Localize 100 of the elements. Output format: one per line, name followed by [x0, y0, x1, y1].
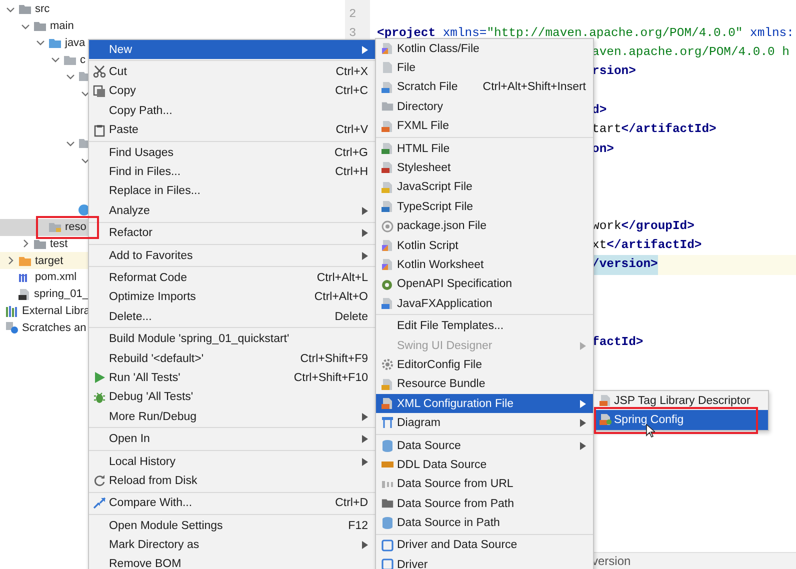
- menu-item[interactable]: Paste Ctrl+V: [89, 120, 375, 140]
- menu-item[interactable]: Cut Ctrl+X: [89, 62, 375, 82]
- folder-icon: [381, 100, 394, 112]
- scratch-file-icon: [381, 80, 394, 94]
- scratches-icon: [5, 321, 19, 334]
- menu-item[interactable]: Optimize Imports Ctrl+Alt+O: [89, 288, 375, 308]
- tree-item-label[interactable]: pom.xml: [35, 270, 77, 284]
- menu-item[interactable]: FXML File: [376, 116, 593, 136]
- menu-item[interactable]: EditorConfig File: [376, 355, 593, 375]
- menu-item[interactable]: Add to Favorites: [89, 246, 375, 266]
- menu-item[interactable]: JavaScript File: [376, 178, 593, 198]
- menu-item[interactable]: Data Source from URL: [376, 474, 593, 494]
- kotlin-file-icon: [381, 42, 394, 55]
- menu-item[interactable]: Copy Path...: [89, 101, 375, 121]
- fxml-file-icon: [381, 120, 394, 133]
- line-number: 2: [348, 6, 358, 22]
- typescript-file-icon: [381, 200, 394, 214]
- menu-item[interactable]: Build Module 'spring_01_quickstart': [89, 329, 375, 349]
- menu-item[interactable]: Replace in Files...: [89, 182, 375, 202]
- menu-item[interactable]: Open Module Settings F12: [89, 516, 375, 536]
- menu-item[interactable]: Driver and Data Source: [376, 536, 593, 556]
- database-icon: [381, 438, 394, 452]
- menu-item[interactable]: Analyze: [89, 201, 375, 221]
- folder-icon: [18, 3, 32, 16]
- tree-item-label[interactable]: test: [50, 236, 68, 251]
- menu-item[interactable]: Reformat Code Ctrl+Alt+L: [89, 268, 375, 288]
- menu-item[interactable]: package.json File: [376, 216, 593, 236]
- html-file-icon: [381, 142, 394, 155]
- menu-item[interactable]: JavaFXApplication: [376, 294, 593, 314]
- folder-icon: [33, 238, 47, 250]
- xml-file-icon: [599, 394, 612, 407]
- kotlin-file-icon: [381, 238, 394, 252]
- menu-item[interactable]: New: [89, 40, 375, 60]
- menu-item[interactable]: Spring Config: [594, 410, 768, 430]
- folder-icon: [381, 496, 394, 509]
- breadcrumb-item[interactable]: version: [592, 554, 631, 568]
- menu-item[interactable]: Remove BOM: [89, 554, 375, 569]
- driver-icon: [381, 538, 394, 552]
- menu-item[interactable]: Data Source in Path: [376, 513, 593, 533]
- tree-item-label[interactable]: src: [35, 2, 50, 16]
- resource-folder-icon: [48, 221, 62, 234]
- module-file-icon: [18, 288, 31, 301]
- openapi-icon: [381, 278, 394, 291]
- refresh-icon: [93, 474, 106, 488]
- code-text: tart: [592, 121, 622, 138]
- tree-item-label[interactable]: c: [80, 52, 86, 67]
- menu-item[interactable]: Data Source from Path: [376, 494, 593, 514]
- tree-item-label[interactable]: Scratches an: [22, 320, 86, 335]
- menu-item[interactable]: Local History: [89, 452, 375, 472]
- tree-item-label[interactable]: java: [65, 36, 86, 50]
- menu-item[interactable]: Compare With... Ctrl+D: [89, 494, 375, 513]
- menu-item[interactable]: Data Source: [376, 436, 593, 456]
- menu-item[interactable]: Directory: [376, 97, 593, 117]
- tree-item-label[interactable]: target: [35, 254, 64, 268]
- diagram-icon: [381, 416, 394, 430]
- menu-item[interactable]: Delete... Delete: [89, 307, 375, 326]
- menu-item[interactable]: OpenAPI Specification: [376, 274, 593, 294]
- menu-item[interactable]: Copy Ctrl+C: [89, 82, 375, 102]
- menu-item[interactable]: TypeScript File: [376, 197, 593, 217]
- package-icon: [63, 54, 77, 66]
- gear-icon: [381, 358, 394, 372]
- menu-item[interactable]: XML Configuration File: [376, 394, 593, 414]
- menu-item[interactable]: Reload from Disk: [89, 471, 375, 491]
- menu-item[interactable]: HTML File: [376, 138, 593, 158]
- database-icon: [381, 516, 394, 530]
- copy-icon: [93, 84, 106, 98]
- menu-item[interactable]: Edit File Templates...: [376, 316, 593, 336]
- menu-item[interactable]: Find Usages Ctrl+G: [89, 142, 375, 162]
- clipboard-icon: [93, 124, 106, 137]
- run-icon: [93, 371, 106, 384]
- tree-item-label[interactable]: spring_01_: [34, 287, 88, 302]
- menu-item[interactable]: Debug 'All Tests': [89, 388, 375, 408]
- menu-item[interactable]: Kotlin Script: [376, 236, 593, 256]
- tree-item-label[interactable]: main: [50, 19, 74, 34]
- class-icon: [78, 204, 90, 216]
- menu-item[interactable]: File: [376, 58, 593, 78]
- menu-item[interactable]: Mark Directory as: [89, 535, 375, 555]
- menu-item[interactable]: Run 'All Tests' Ctrl+Shift+F10: [89, 368, 375, 388]
- menu-item[interactable]: Rebuild '<default>' Ctrl+Shift+F9: [89, 348, 375, 368]
- tree-item-label[interactable]: reso: [65, 220, 86, 234]
- code-text: </groupId>: [621, 218, 694, 235]
- menu-item[interactable]: Kotlin Class/File: [376, 39, 593, 58]
- file-icon: [381, 61, 394, 74]
- menu-item[interactable]: Scratch File Ctrl+Alt+Shift+Insert: [376, 78, 593, 98]
- menu-item[interactable]: More Run/Debug: [89, 407, 375, 426]
- code-text: xmlns=: [442, 24, 487, 42]
- menu-item[interactable]: DDL Data Source: [376, 455, 593, 475]
- menu-item[interactable]: Find in Files... Ctrl+H: [89, 162, 375, 182]
- code-text: "http://maven.apache.org/POM/4.0.0": [486, 24, 743, 42]
- menu-item[interactable]: Diagram: [376, 413, 593, 433]
- libraries-icon: [5, 304, 19, 317]
- menu-item[interactable]: Open In: [89, 429, 375, 449]
- menu-item[interactable]: Driver: [376, 555, 593, 569]
- menu-item[interactable]: Refactor: [89, 224, 375, 243]
- menu-item[interactable]: Resource Bundle: [376, 374, 593, 394]
- menu-item[interactable]: Kotlin Worksheet: [376, 255, 593, 275]
- code-text: factId>: [592, 334, 644, 351]
- menu-item[interactable]: Stylesheet: [376, 158, 593, 178]
- code-text: aven.apache.org/POM/4.0.0 h: [592, 44, 790, 62]
- menu-item[interactable]: JSP Tag Library Descriptor: [594, 391, 768, 410]
